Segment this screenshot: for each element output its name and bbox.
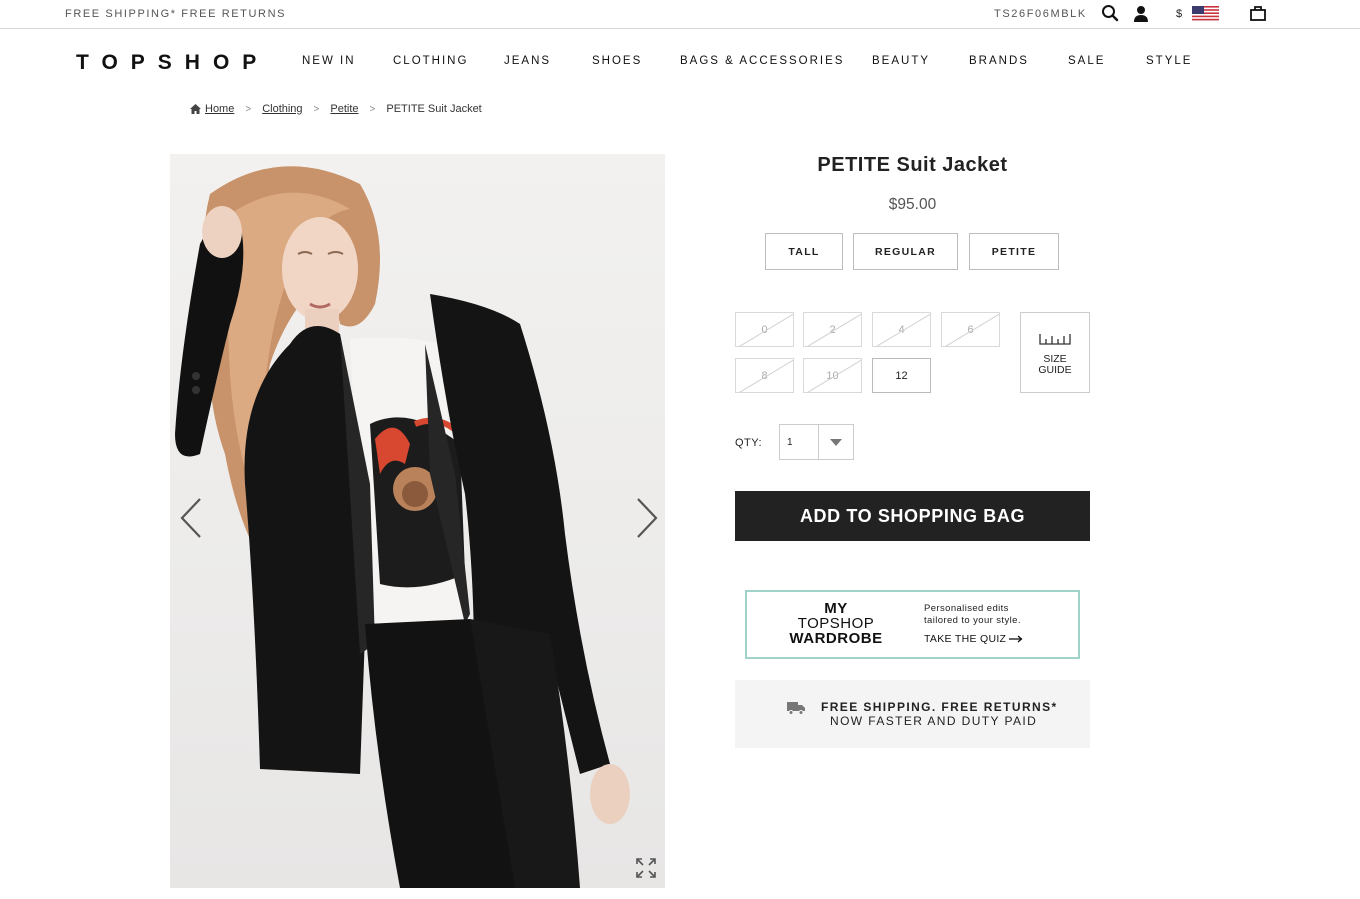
size-option-8[interactable]: 8 bbox=[735, 358, 794, 393]
model-photo-illustration bbox=[175, 166, 630, 888]
utility-bar: FREE SHIPPING* FREE RETURNS TS26F06MBLK … bbox=[0, 0, 1360, 29]
size-option-0[interactable]: 0 bbox=[735, 312, 794, 347]
size-label: 12 bbox=[895, 369, 908, 382]
take-quiz-label: TAKE THE QUIZ bbox=[924, 633, 1007, 645]
shipping-banner-line1: FREE SHIPPING. FREE RETURNS* bbox=[821, 700, 1058, 714]
fit-tall-button[interactable]: TALL bbox=[765, 233, 843, 270]
size-option-12[interactable]: 12 bbox=[872, 358, 931, 393]
size-label: 8 bbox=[761, 369, 768, 382]
breadcrumb-separator: > bbox=[245, 103, 252, 115]
wardrobe-tagline-line1: Personalised edits bbox=[924, 603, 1009, 614]
size-option-10[interactable]: 10 bbox=[803, 358, 862, 393]
size-guide-label-line2: GUIDE bbox=[1038, 364, 1072, 376]
quantity-value: 1 bbox=[787, 437, 793, 448]
currency-symbol: $ bbox=[1176, 7, 1183, 20]
chevron-down-icon bbox=[830, 439, 842, 446]
breadcrumb: Home > Clothing > Petite > PETITE Suit J… bbox=[190, 103, 482, 115]
nav-item-new-in[interactable]: NEW IN bbox=[302, 55, 356, 67]
us-flag-icon bbox=[1192, 6, 1220, 21]
breadcrumb-home[interactable]: Home bbox=[205, 103, 234, 115]
delivery-truck-icon bbox=[787, 701, 805, 720]
nav-item-style[interactable]: STYLE bbox=[1146, 55, 1192, 67]
product-price: $95.00 bbox=[888, 196, 937, 213]
wardrobe-tagline: Personalised edits tailored to your styl… bbox=[924, 603, 1054, 627]
shipping-promo-text: FREE SHIPPING* FREE RETURNS bbox=[65, 8, 287, 20]
take-quiz-link[interactable]: TAKE THE QUIZ bbox=[924, 633, 1023, 645]
select-divider bbox=[818, 425, 819, 459]
product-code: TS26F06MBLK bbox=[994, 8, 1087, 20]
breadcrumb-separator: > bbox=[369, 103, 376, 115]
breadcrumb-current: PETITE Suit Jacket bbox=[386, 103, 482, 115]
nav-item-brands[interactable]: BRANDS bbox=[969, 55, 1029, 67]
breadcrumb-clothing[interactable]: Clothing bbox=[262, 103, 302, 115]
carousel-previous-icon[interactable] bbox=[178, 495, 206, 541]
nav-item-jeans[interactable]: JEANS bbox=[504, 55, 551, 67]
add-to-shopping-bag-button[interactable]: ADD TO SHOPPING BAG bbox=[735, 491, 1090, 541]
ruler-icon bbox=[1039, 333, 1071, 345]
size-option-6[interactable]: 6 bbox=[941, 312, 1000, 347]
nav-item-bags-accessories[interactable]: BAGS & ACCESSORIES bbox=[680, 55, 844, 67]
product-title: PETITE Suit Jacket bbox=[817, 154, 1008, 176]
search-icon[interactable] bbox=[1099, 3, 1121, 23]
size-guide-button[interactable]: SIZE GUIDE bbox=[1020, 312, 1090, 393]
size-label: 6 bbox=[967, 323, 974, 336]
carousel-next-icon[interactable] bbox=[632, 495, 660, 541]
my-topshop-wardrobe-banner[interactable]: MY TOPSHOP WARDROBE Personalised edits t… bbox=[745, 590, 1080, 659]
quantity-label: QTY: bbox=[735, 437, 763, 449]
arrow-right-icon bbox=[1009, 635, 1023, 643]
nav-item-clothing[interactable]: CLOTHING bbox=[393, 55, 468, 67]
size-option-2[interactable]: 2 bbox=[803, 312, 862, 347]
size-label: 10 bbox=[826, 369, 839, 382]
currency-selector[interactable]: $ bbox=[1176, 6, 1220, 21]
nav-item-shoes[interactable]: SHOES bbox=[592, 55, 642, 67]
wardrobe-tagline-line2: tailored to your style. bbox=[924, 615, 1021, 626]
expand-image-icon[interactable] bbox=[636, 858, 656, 878]
nav-item-sale[interactable]: SALE bbox=[1068, 55, 1105, 67]
breadcrumb-petite[interactable]: Petite bbox=[330, 103, 358, 115]
nav-item-beauty[interactable]: BEAUTY bbox=[872, 55, 930, 67]
free-shipping-banner: FREE SHIPPING. FREE RETURNS* NOW FASTER … bbox=[735, 680, 1090, 748]
fit-petite-button[interactable]: PETITE bbox=[969, 233, 1059, 270]
shopping-bag-icon[interactable] bbox=[1247, 3, 1269, 23]
home-icon[interactable] bbox=[190, 104, 201, 114]
size-option-4[interactable]: 4 bbox=[872, 312, 931, 347]
account-icon[interactable] bbox=[1130, 3, 1152, 23]
topshop-logo[interactable]: TOPSHOP bbox=[76, 51, 269, 75]
shipping-banner-line2: NOW FASTER AND DUTY PAID bbox=[830, 714, 1038, 728]
main-navigation: TOPSHOP NEW IN CLOTHING JEANS SHOES BAGS… bbox=[0, 29, 1360, 89]
product-image[interactable] bbox=[170, 154, 665, 888]
fit-regular-button[interactable]: REGULAR bbox=[853, 233, 958, 270]
size-label: 4 bbox=[898, 323, 905, 336]
wardrobe-logo-line3: WARDROBE bbox=[789, 630, 883, 647]
size-label: 0 bbox=[761, 323, 768, 336]
quantity-select[interactable]: 1 bbox=[779, 424, 854, 460]
breadcrumb-separator: > bbox=[313, 103, 320, 115]
size-label: 2 bbox=[829, 323, 836, 336]
